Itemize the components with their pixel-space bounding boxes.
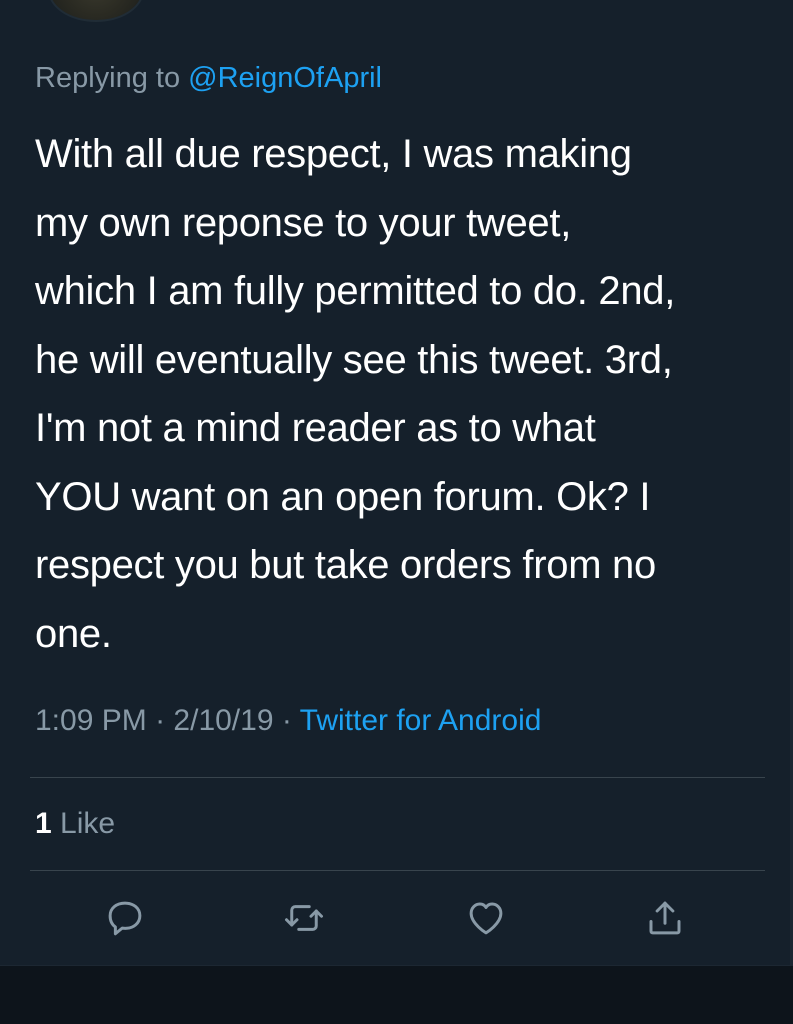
tweet-time: 1:09 PM	[35, 704, 147, 737]
tweet-source-link[interactable]: Twitter for Android	[300, 704, 542, 737]
like-button[interactable]	[461, 895, 511, 945]
tweet-detail-screen: Replying to @ReignOfApril With all due r…	[0, 0, 793, 1024]
reply-bubble-icon	[104, 897, 146, 944]
retweet-button[interactable]	[279, 895, 329, 945]
avatar[interactable]	[48, 0, 144, 22]
like-count: 1	[35, 807, 52, 840]
replying-to-line: Replying to @ReignOfApril	[35, 62, 382, 95]
reply-button[interactable]	[100, 895, 150, 945]
replying-to-label: Replying to	[35, 62, 181, 94]
likes-stat[interactable]: 1 Like	[35, 807, 115, 841]
divider	[30, 777, 765, 778]
bottom-bar	[0, 965, 793, 1024]
share-icon	[644, 897, 686, 944]
retweet-icon	[283, 897, 325, 944]
reply-handle-link[interactable]: @ReignOfApril	[188, 62, 382, 94]
tweet-text: With all due respect, I was making my ow…	[35, 132, 676, 656]
tweet-date: 2/10/19	[173, 704, 274, 737]
tweet-meta: 1:09 PM · 2/10/19 · Twitter for Android	[35, 704, 541, 738]
meta-separator: ·	[281, 704, 292, 737]
divider	[30, 870, 765, 871]
share-button[interactable]	[640, 895, 690, 945]
action-bar	[0, 895, 793, 945]
heart-icon	[465, 897, 507, 944]
like-label: Like	[60, 807, 116, 840]
meta-separator: ·	[155, 704, 166, 737]
